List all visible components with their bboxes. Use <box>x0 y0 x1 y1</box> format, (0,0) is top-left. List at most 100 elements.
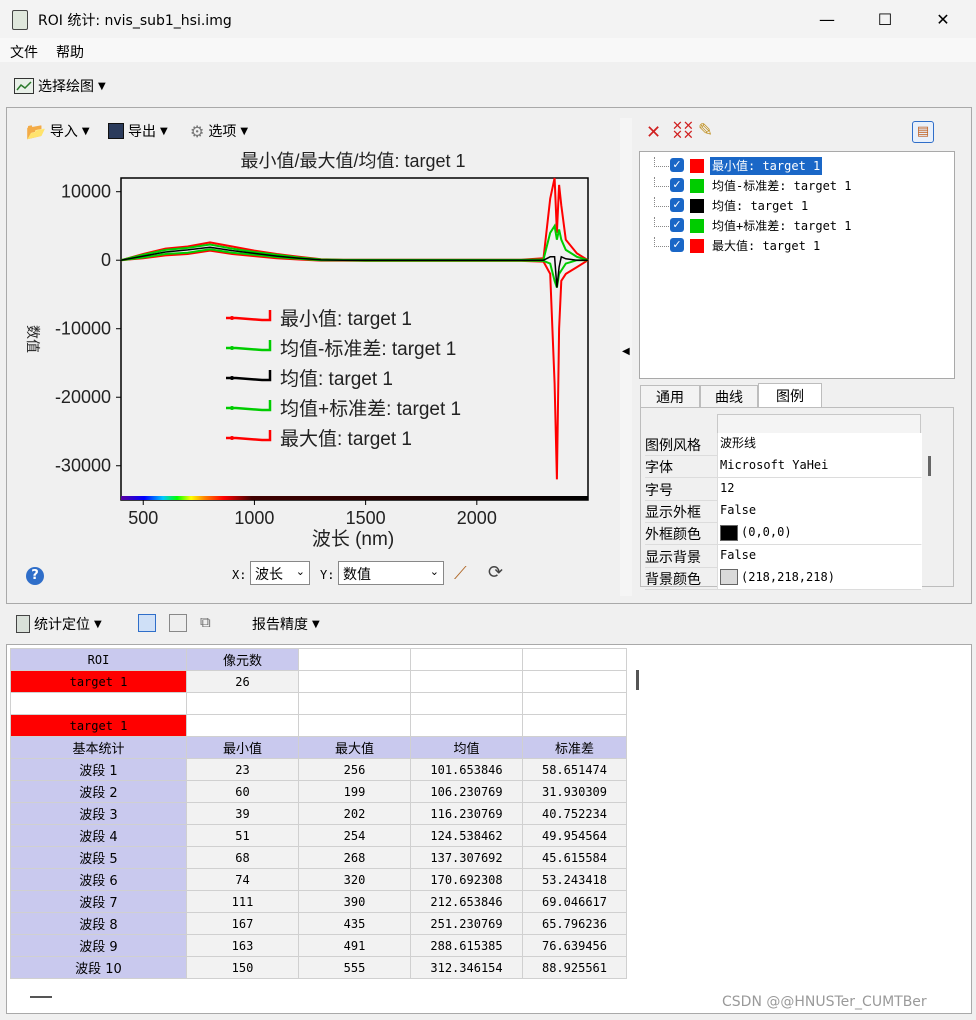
delete-all-icon[interactable]: ✕✕ ✕✕ <box>672 120 694 142</box>
y-axis-selector-label: Y: <box>320 568 335 582</box>
property-value-cell[interactable]: 波形线 <box>717 433 922 455</box>
property-value-cell[interactable]: (218,218,218) <box>717 566 922 589</box>
table-row[interactable]: 波段 3 39 202 116.230769 40.752234 <box>10 802 627 825</box>
section-name-cell[interactable]: target 1 <box>10 714 187 737</box>
checkbox-icon[interactable]: ✓ <box>670 178 684 192</box>
stat-value-cell: 116.230769 <box>410 802 523 825</box>
property-value: False <box>720 547 757 562</box>
property-row[interactable]: 显示背景 False <box>645 544 922 568</box>
splitter[interactable] <box>620 118 632 596</box>
export-button[interactable]: 导出 ▼ <box>108 121 168 141</box>
property-value-cell[interactable]: False <box>717 499 922 522</box>
column-header[interactable]: 最大值 <box>298 736 411 759</box>
property-value-cell[interactable]: (0,0,0) <box>717 522 922 545</box>
property-scrollbar[interactable] <box>928 456 931 476</box>
properties-icon[interactable]: ▤ <box>912 121 934 143</box>
help-icon[interactable]: ? <box>26 567 44 585</box>
legend-tree-item[interactable]: ✓ 最大值: target 1 <box>650 237 940 255</box>
stats-scrollbar[interactable] <box>636 670 639 690</box>
table-row[interactable]: 波段 5 68 268 137.307692 45.615584 <box>10 846 627 869</box>
property-row[interactable]: 图例风格 波形线 <box>645 433 922 456</box>
copy-icon[interactable]: ⧉ <box>200 613 211 631</box>
tab-curve[interactable]: 曲线 <box>700 385 758 408</box>
property-row[interactable]: 显示外框 False <box>645 499 922 523</box>
property-value: (0,0,0) <box>741 525 792 540</box>
roi-name-cell[interactable]: target 1 <box>10 670 187 693</box>
menu-bar <box>0 38 976 62</box>
table-row[interactable]: 波段 4 51 254 124.538462 49.954564 <box>10 824 627 847</box>
pixels-header-cell: 像元数 <box>186 648 299 671</box>
table-row[interactable]: 波段 10 150 555 312.346154 88.925561 <box>10 956 627 979</box>
legend-tree-item[interactable]: ✓ 均值: target 1 <box>650 197 940 215</box>
stat-value-cell: 69.046617 <box>522 890 627 913</box>
legend-tree-item[interactable]: ✓ 最小值: target 1 <box>650 157 940 175</box>
table-row[interactable]: 波段 2 60 199 106.230769 31.930309 <box>10 780 627 803</box>
checkbox-icon[interactable]: ✓ <box>670 198 684 212</box>
import-button[interactable]: 📂 导入 ▼ <box>26 121 90 141</box>
stat-value-cell: 111 <box>186 890 299 913</box>
table-row[interactable]: 波段 8 167 435 251.230769 65.796236 <box>10 912 627 935</box>
checkbox-icon[interactable]: ✓ <box>670 238 684 252</box>
table-row[interactable]: 波段 1 23 256 101.653846 58.651474 <box>10 758 627 781</box>
column-header[interactable]: 基本统计 <box>10 736 187 759</box>
band-label-cell: 波段 5 <box>10 846 187 869</box>
x-axis-select[interactable]: 波长 ⌄ <box>250 561 310 585</box>
magic-wand-icon[interactable]: ✎ <box>698 120 713 141</box>
x-tick-label: 500 <box>128 508 158 528</box>
table-row[interactable]: 波段 6 74 320 170.692308 53.243418 <box>10 868 627 891</box>
band-label-cell: 波段 6 <box>10 868 187 891</box>
legend-tree-item[interactable]: ✓ 均值-标准差: target 1 <box>650 177 940 195</box>
horizontal-scrollbar[interactable] <box>30 996 52 998</box>
checkbox-icon[interactable]: ✓ <box>670 218 684 232</box>
checkbox-icon[interactable]: ✓ <box>670 158 684 172</box>
column-header[interactable]: 标准差 <box>522 736 627 759</box>
empty-cell <box>410 648 523 671</box>
empty-cell <box>410 692 523 715</box>
refresh-icon[interactable]: ⟳ <box>488 562 503 583</box>
stat-value-cell: 555 <box>298 956 411 979</box>
empty-cell <box>298 648 411 671</box>
calculator-icon <box>16 615 30 633</box>
table-row[interactable]: target 1 26 <box>10 670 627 693</box>
color-swatch <box>720 524 738 541</box>
maximize-button[interactable]: ☐ <box>862 4 908 34</box>
property-value-cell[interactable]: False <box>717 544 922 567</box>
property-value-cell[interactable]: 12 <box>717 477 922 500</box>
close-button[interactable]: ✕ <box>920 4 966 34</box>
band-label-cell: 波段 4 <box>10 824 187 847</box>
minimize-button[interactable]: — <box>804 4 850 34</box>
tab-legend[interactable]: 图例 <box>758 383 822 408</box>
report-precision-button[interactable]: 报告精度 ▼ <box>252 614 320 634</box>
menu-file[interactable]: 文件 <box>10 42 38 62</box>
column-header[interactable]: 最小值 <box>186 736 299 759</box>
options-button[interactable]: ⚙ 选项 ▼ <box>190 121 248 141</box>
table-row[interactable]: 波段 7 111 390 212.653846 69.046617 <box>10 890 627 913</box>
stat-value-cell: 124.538462 <box>410 824 523 847</box>
property-row[interactable]: 背景颜色 (218,218,218) <box>645 566 922 590</box>
stairs-icon[interactable]: ⟋ <box>454 563 467 584</box>
table-row[interactable]: target 1 <box>10 714 627 737</box>
legend-tree-item[interactable]: ✓ 均值+标准差: target 1 <box>650 217 940 235</box>
table-row[interactable]: 波段 9 163 491 288.615385 76.639456 <box>10 934 627 957</box>
stat-value-cell: 23 <box>186 758 299 781</box>
stats-locate-button[interactable]: 统计定位 ▼ <box>16 614 102 634</box>
property-row[interactable]: 字体 Microsoft YaHei <box>645 455 922 479</box>
select-plot-button[interactable]: 选择绘图 ▼ <box>14 76 106 96</box>
tab-general[interactable]: 通用 <box>640 385 700 408</box>
property-value-cell[interactable]: Microsoft YaHei <box>717 455 922 478</box>
property-value: False <box>720 502 757 517</box>
menu-help[interactable]: 帮助 <box>56 42 84 62</box>
color-swatch <box>690 219 704 233</box>
delete-icon[interactable]: ✕ <box>646 122 661 143</box>
column-header[interactable]: 均值 <box>410 736 523 759</box>
collapse-arrow-icon[interactable]: ◀ <box>622 346 630 357</box>
y-axis-select[interactable]: 数值 ⌄ <box>338 561 444 585</box>
layout-icon-2[interactable] <box>169 614 187 632</box>
property-row[interactable]: 外框颜色 (0,0,0) <box>645 522 922 546</box>
property-row[interactable]: 字号 12 <box>645 477 922 501</box>
layout-icon-1[interactable] <box>138 614 156 632</box>
stat-value-cell: 39 <box>186 802 299 825</box>
stat-value-cell: 167 <box>186 912 299 935</box>
table-row: ROI 像元数 <box>10 648 627 671</box>
property-key: 图例风格 <box>645 438 701 454</box>
